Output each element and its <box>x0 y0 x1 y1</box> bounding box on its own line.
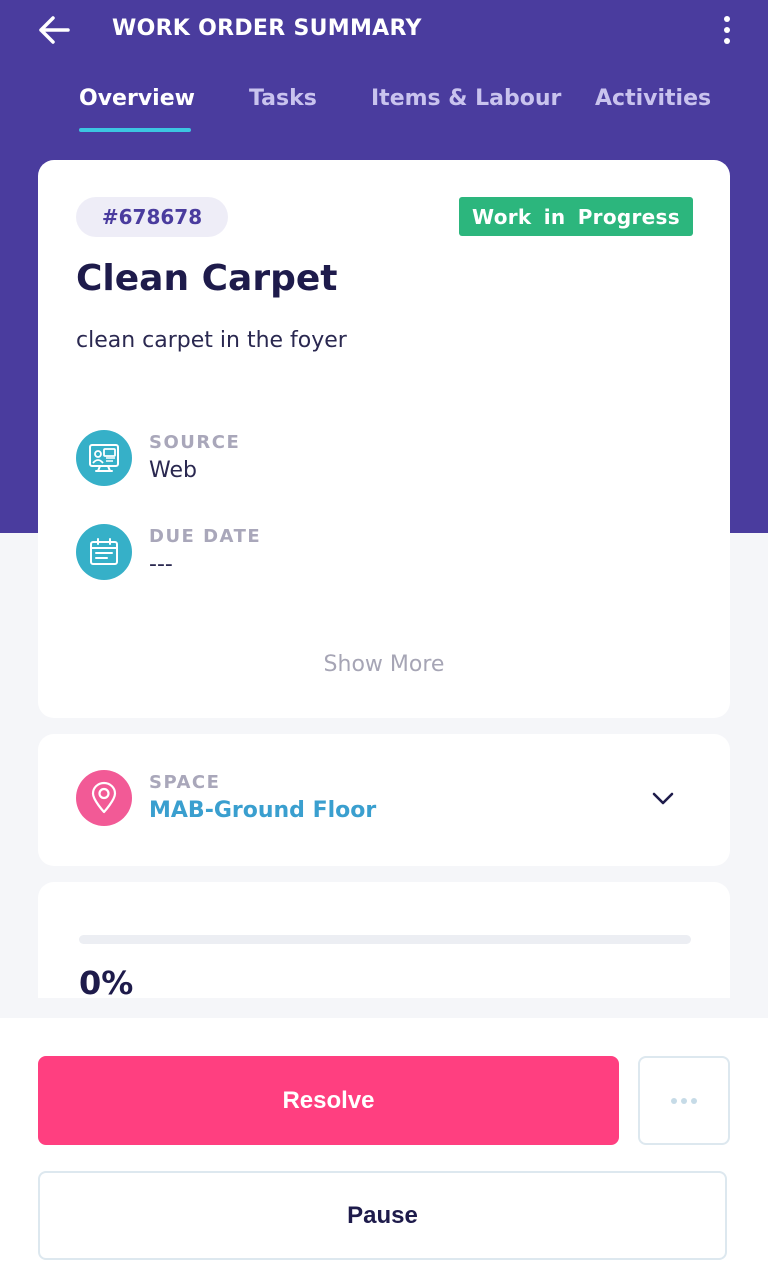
progress-card: 0% <box>38 882 730 1002</box>
more-vertical-icon <box>724 16 730 22</box>
source-label: SOURCE <box>149 432 241 453</box>
source-value: Web <box>149 458 197 483</box>
more-options-button[interactable] <box>712 12 742 48</box>
tab-activities[interactable]: Activities <box>595 86 711 111</box>
space-value[interactable]: MAB-Ground Floor <box>149 798 376 823</box>
more-actions-button[interactable] <box>638 1056 730 1145</box>
progress-percent: 0% <box>79 964 134 1002</box>
due-date-value: --- <box>149 552 173 577</box>
space-card[interactable]: SPACE MAB-Ground Floor <box>38 734 730 866</box>
web-source-icon <box>76 430 132 486</box>
calendar-icon <box>76 524 132 580</box>
progress-bar <box>79 935 691 944</box>
due-date-label: DUE DATE <box>149 526 262 547</box>
status-badge: Work in Progress <box>459 197 693 236</box>
arrow-left-icon <box>39 16 70 44</box>
work-order-title: Clean Carpet <box>76 258 338 299</box>
show-more-link[interactable]: Show More <box>38 652 730 677</box>
more-horizontal-icon <box>671 1097 677 1104</box>
tab-tasks[interactable]: Tasks <box>249 86 317 111</box>
tab-overview[interactable]: Overview <box>79 86 195 111</box>
active-tab-indicator <box>79 128 191 132</box>
page-title: WORK ORDER SUMMARY <box>112 16 422 41</box>
tab-items-labour[interactable]: Items & Labour <box>371 86 561 111</box>
tab-bar: Overview Tasks Items & Labour Activities <box>0 86 768 136</box>
pause-button[interactable]: Pause <box>38 1171 727 1260</box>
resolve-button[interactable]: Resolve <box>38 1056 619 1145</box>
chevron-down-icon[interactable] <box>650 786 676 810</box>
work-order-card: #678678 Work in Progress Clean Carpet cl… <box>38 160 730 718</box>
location-pin-icon <box>76 770 132 826</box>
work-order-id-chip: #678678 <box>76 197 228 237</box>
top-app-bar: WORK ORDER SUMMARY <box>0 0 768 62</box>
space-label: SPACE <box>149 772 221 793</box>
action-bar: Resolve Pause <box>0 1018 768 1266</box>
back-button[interactable] <box>34 12 74 48</box>
work-order-description: clean carpet in the foyer <box>76 328 347 353</box>
